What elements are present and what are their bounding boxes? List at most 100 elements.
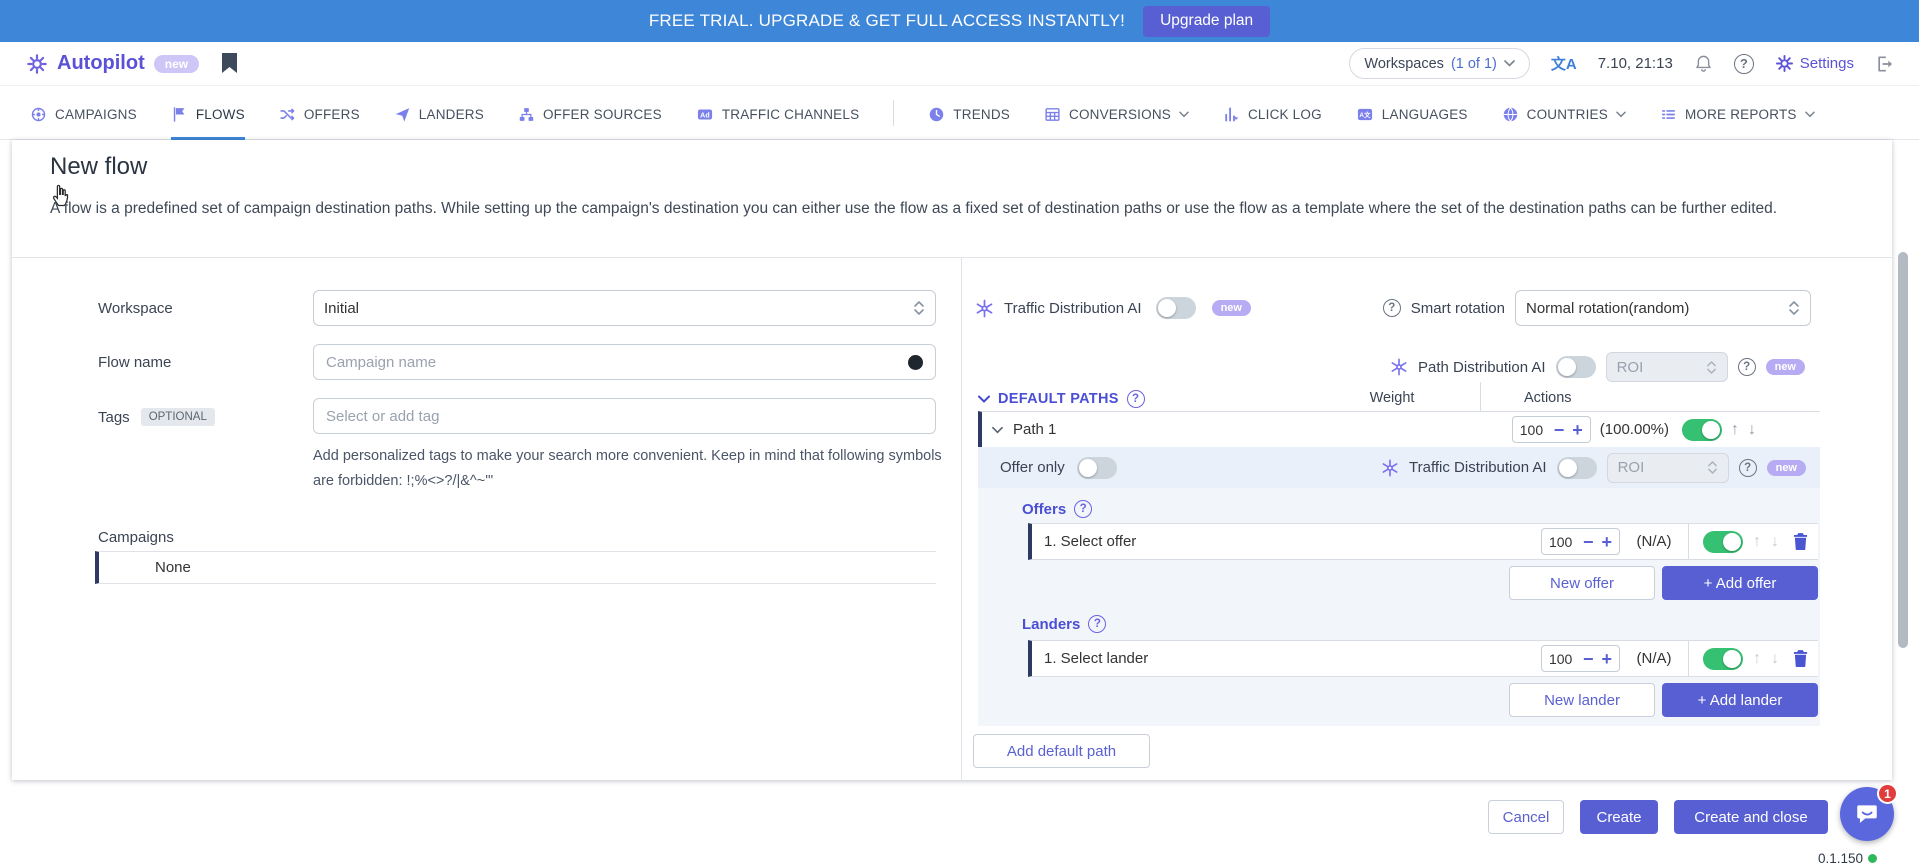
path-row: Path 1 100 − + (100.00%) ↑ ↓ [978,411,1820,448]
logout-icon[interactable] [1875,54,1895,74]
chat-unread-badge: 1 [1877,783,1898,804]
offer-only-toggle[interactable] [1077,457,1117,479]
create-and-close-button[interactable]: Create and close [1674,800,1828,834]
add-offer-button[interactable]: + Add offer [1662,566,1818,600]
path-ai-toggle[interactable] [1556,356,1596,378]
cell-divider [1688,524,1689,559]
settings-label: Settings [1800,55,1854,72]
nav-offer-sources[interactable]: OFFER SOURCES [518,86,662,140]
smart-rotation-help-icon[interactable]: ? [1383,299,1401,317]
path-weight-percent: (100.00%) [1600,421,1669,438]
lander-select-label[interactable]: 1. Select lander [1044,650,1148,667]
path-traffic-ai-toggle[interactable] [1557,457,1597,479]
nav-landers[interactable]: LANDERS [394,86,484,140]
datetime-label: 7.10, 21:13 [1598,55,1673,72]
nav-languages[interactable]: A文 LANGUAGES [1356,86,1468,140]
chat-widget-button[interactable]: 1 [1840,787,1894,841]
plus-button[interactable]: + [1601,533,1612,551]
traffic-ai-toggle[interactable] [1156,297,1196,319]
bookmark-icon[interactable] [221,53,238,74]
chevron-down-icon [1179,111,1189,118]
delete-offer-trash-icon[interactable] [1793,533,1808,550]
lander-row: 1. Select lander 100 − + (N/A) ↑ ↓ [1028,640,1818,677]
scrollbar-thumb[interactable] [1898,252,1908,648]
nav-campaigns[interactable]: CAMPAIGNS [30,86,137,140]
new-lander-button[interactable]: New lander [1509,683,1655,717]
path-traffic-ai-help-icon[interactable]: ? [1739,459,1757,477]
new-flow-card: New flow A flow is a predefined set of c… [12,140,1892,780]
nav-click-log[interactable]: CLICK LOG [1223,86,1322,140]
page-title: New flow [50,153,147,181]
workspaces-selector[interactable]: Workspaces (1 of 1) [1349,48,1529,79]
delete-lander-trash-icon[interactable] [1793,650,1808,667]
chevron-up-down-icon [913,300,925,316]
traffic-channels-icon: Ad [696,106,714,123]
app-page: FREE TRIAL. UPGRADE & GET FULL ACCESS IN… [0,0,1919,868]
logo-text: Autopilot [57,52,145,75]
minus-button[interactable]: − [1554,421,1565,439]
offer-enabled-toggle[interactable] [1703,531,1743,553]
chevron-up-down-icon [1707,460,1718,475]
workspace-select-value: Initial [324,300,359,317]
move-down-icon[interactable]: ↓ [1771,650,1779,668]
path-traffic-ai-label: Traffic Distribution AI [1409,459,1547,476]
logo[interactable]: Autopilot new [26,52,199,75]
minus-button[interactable]: − [1583,650,1594,668]
move-up-icon[interactable]: ↑ [1731,421,1739,439]
new-offer-button[interactable]: New offer [1509,566,1655,600]
nav-countries[interactable]: COUNTRIES [1502,86,1626,140]
move-up-icon[interactable]: ↑ [1753,533,1761,551]
svg-text:A文: A文 [1359,109,1371,118]
landers-help-icon[interactable]: ? [1088,615,1106,633]
settings-link[interactable]: Settings [1775,54,1854,73]
offers-help-icon[interactable]: ? [1074,500,1092,518]
path-ai-help-icon[interactable]: ? [1738,358,1756,376]
move-down-icon[interactable]: ↓ [1771,533,1779,551]
nav-traffic-channels[interactable]: Ad TRAFFIC CHANNELS [696,86,859,140]
offer-weight-value[interactable]: 100 [1549,534,1575,550]
default-paths-help-icon[interactable]: ? [1127,390,1145,408]
cancel-button[interactable]: Cancel [1488,800,1564,834]
default-paths-header: DEFAULT PATHS ? [998,390,1145,408]
add-default-path-button[interactable]: Add default path [973,734,1150,768]
nav-conversions[interactable]: CONVERSIONS [1044,86,1189,140]
translate-icon[interactable]: 文A [1551,53,1577,74]
chevron-down-icon [1504,60,1515,67]
offer-sources-icon [518,106,535,123]
lander-enabled-toggle[interactable] [1703,648,1743,670]
path-traffic-ai-metric-select: ROI [1607,453,1729,483]
actions-column-header: Actions [1524,390,1572,406]
smart-rotation-select[interactable]: Normal rotation(random) [1515,290,1811,326]
ai-icon [1381,459,1399,477]
smart-rotation-label: Smart rotation [1411,300,1505,317]
move-down-icon[interactable]: ↓ [1748,421,1756,439]
lander-weight-value[interactable]: 100 [1549,651,1575,667]
path-weight-value[interactable]: 100 [1520,422,1546,438]
workspace-label: Workspace [98,300,173,317]
add-lander-button[interactable]: + Add lander [1662,683,1818,717]
nav-flows[interactable]: FLOWS [171,86,245,140]
help-icon[interactable]: ? [1734,54,1754,74]
flow-name-input[interactable] [326,354,908,371]
app-header: Autopilot new Workspaces (1 of 1) 文A 7.1… [0,42,1919,86]
plus-button[interactable]: + [1572,421,1583,439]
countries-icon [1502,106,1519,123]
path-enabled-toggle[interactable] [1682,419,1722,441]
nav-offers[interactable]: OFFERS [279,86,360,140]
move-up-icon[interactable]: ↑ [1753,650,1761,668]
path-name[interactable]: Path 1 [1013,421,1056,438]
flow-name-indicator-dot[interactable] [908,355,923,370]
offer-select-label[interactable]: 1. Select offer [1044,533,1136,550]
tags-input[interactable] [326,408,923,425]
nav-trends[interactable]: TRENDS [928,86,1010,140]
smart-rotation-value: Normal rotation(random) [1526,300,1689,317]
chevron-down-icon [1616,111,1626,118]
create-button[interactable]: Create [1580,800,1658,834]
upgrade-plan-button[interactable]: Upgrade plan [1143,6,1270,37]
minus-button[interactable]: − [1583,533,1594,551]
notifications-bell-icon[interactable] [1694,53,1713,74]
nav-more-reports[interactable]: MORE REPORTS [1660,86,1815,140]
workspace-select[interactable]: Initial [313,290,936,326]
plus-button[interactable]: + [1601,650,1612,668]
gear-icon [1775,54,1794,73]
